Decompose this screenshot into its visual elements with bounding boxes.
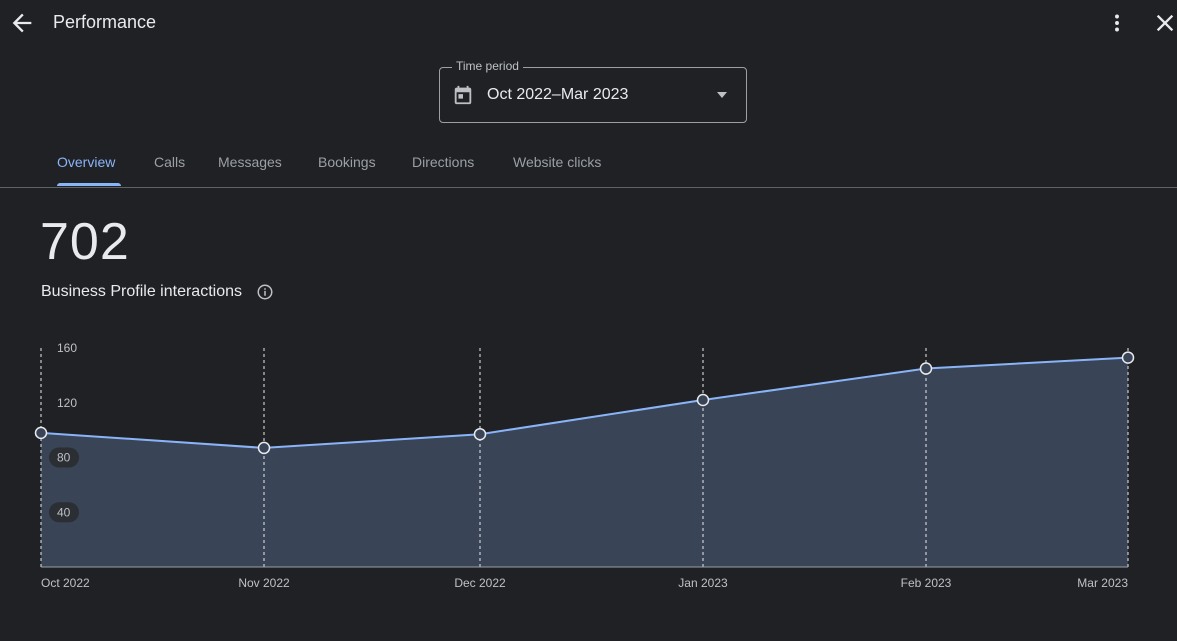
tab-bar: Overview Calls Messages Bookings Directi… [0, 140, 1177, 188]
y-tick-label: 160 [57, 341, 77, 355]
close-button[interactable] [1151, 9, 1177, 37]
x-tick-label: Oct 2022 [41, 576, 90, 590]
dropdown-arrow-icon [717, 92, 727, 98]
time-period-select[interactable]: Time period Oct 2022–Mar 2023 [439, 59, 747, 123]
x-tick-label: Dec 2022 [454, 576, 506, 590]
data-point [257, 441, 271, 455]
back-button[interactable] [8, 9, 36, 37]
tab-directions[interactable]: Directions [412, 154, 474, 170]
more-vert-icon [1115, 14, 1119, 32]
time-period-value: Oct 2022–Mar 2023 [487, 86, 629, 103]
y-tick-label: 40 [57, 505, 71, 519]
data-point [1121, 351, 1135, 364]
info-icon[interactable] [256, 283, 274, 301]
y-tick-label: 80 [57, 451, 71, 465]
active-tab-indicator [57, 183, 121, 186]
page-title: Performance [53, 12, 157, 32]
tab-messages[interactable]: Messages [218, 154, 282, 170]
top-bar: Performance [0, 0, 1177, 46]
tab-website-clicks[interactable]: Website clicks [513, 154, 601, 170]
calendar-icon [454, 85, 472, 105]
data-point [34, 426, 48, 440]
arrow-back-icon [12, 13, 32, 33]
x-tick-label: Jan 2023 [678, 576, 728, 590]
more-options-button[interactable] [1104, 9, 1130, 37]
data-point [919, 362, 933, 375]
tab-bookings[interactable]: Bookings [318, 154, 376, 170]
tab-overview[interactable]: Overview [57, 154, 115, 170]
data-point [473, 427, 487, 441]
metric-value: 702 [40, 213, 130, 271]
x-tick-label: Mar 2023 [1077, 576, 1128, 590]
interactions-chart: 40 80 120 160 Oct 2022 Nov 2022 Dec 2022 Jan 20… [34, 341, 1135, 590]
tab-calls[interactable]: Calls [154, 154, 185, 170]
y-tick-label: 120 [57, 396, 77, 410]
x-tick-label: Feb 2023 [901, 576, 952, 590]
metric-label: Business Profile interactions [41, 283, 242, 300]
x-tick-label: Nov 2022 [238, 576, 290, 590]
chart-area [41, 357, 1128, 567]
data-point [696, 393, 710, 407]
time-period-label: Time period [452, 59, 523, 73]
close-icon [1156, 14, 1174, 32]
